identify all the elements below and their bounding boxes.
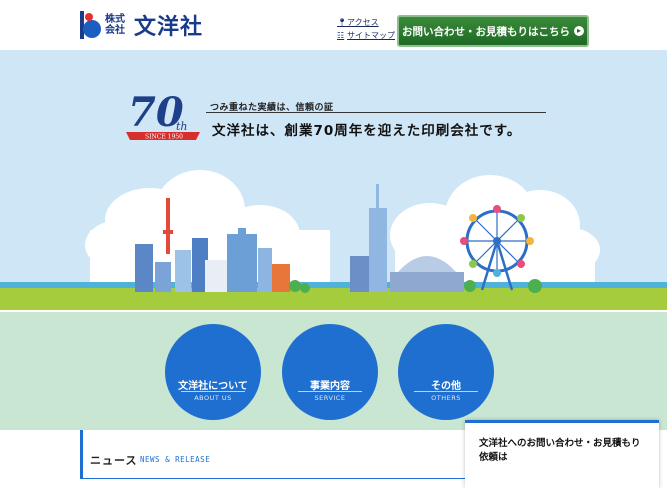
main-nav: 文洋社について ABOUT US 事業内容 SERVICE その他 OTHERS	[0, 312, 667, 430]
badge-suffix: th	[176, 120, 188, 133]
badge-since: SINCE 1950	[145, 134, 183, 141]
nav-divider	[414, 391, 478, 392]
nav-service-sub: SERVICE	[314, 394, 346, 402]
site-header: 株式会社 文洋社 📍︎ アクセス ☷ サイトマップ お問い合わせ・お見積もりはこ…	[0, 0, 667, 50]
access-link-label: アクセス	[347, 18, 379, 27]
logo-kabushiki: 株式会社	[105, 14, 125, 36]
70th-anniversary-badge: 70 th SINCE 1950	[126, 89, 200, 141]
nav-others-sub: OTHERS	[431, 394, 461, 402]
city-skyline-illustration	[0, 170, 667, 312]
access-link[interactable]: 📍︎ アクセス	[337, 16, 395, 29]
map-pin-icon: 📍︎	[337, 18, 348, 27]
tagline-divider	[206, 112, 546, 113]
utility-links: 📍︎ アクセス ☷ サイトマップ	[337, 16, 395, 42]
nav-divider	[298, 391, 362, 392]
sitemap-link-label: サイトマップ	[347, 31, 395, 40]
news-underline	[80, 478, 480, 479]
tagline-main: 文洋社は、創業70周年を迎えた印刷会社です。	[212, 123, 522, 139]
news-subheading: NEWS & RELEASE	[140, 455, 211, 464]
sitemap-icon: ☷	[337, 31, 345, 40]
nav-about-us-label: 文洋社について	[178, 381, 248, 392]
floating-contact-panel[interactable]: 文洋社へのお問い合わせ・お見積もり依頼は	[465, 420, 659, 488]
company-logo[interactable]: 株式会社 文洋社	[80, 10, 203, 40]
hero-banner: 70 th SINCE 1950 つみ重ねた実績は、信頼の証 文洋社は、創業70…	[0, 50, 667, 312]
contact-estimate-button[interactable]: お問い合わせ・お見積もりはこちら ▸	[397, 15, 589, 47]
news-heading: ニュース	[90, 454, 138, 467]
nav-service[interactable]: 事業内容 SERVICE	[282, 324, 378, 420]
nav-others-label: その他	[431, 381, 461, 392]
arrow-right-icon: ▸	[574, 26, 584, 36]
logo-mark-icon	[80, 11, 101, 39]
contact-button-label: お問い合わせ・お見積もりはこちら	[402, 25, 570, 38]
nav-others[interactable]: その他 OTHERS	[398, 324, 494, 420]
nav-about-us[interactable]: 文洋社について ABOUT US	[165, 324, 261, 420]
logo-company-name: 文洋社	[134, 15, 204, 40]
nav-divider	[181, 391, 245, 392]
floating-contact-text: 文洋社へのお問い合わせ・お見積もり依頼は	[479, 438, 641, 463]
nav-service-label: 事業内容	[310, 381, 350, 392]
sitemap-link[interactable]: ☷ サイトマップ	[337, 29, 395, 42]
nav-about-us-sub: ABOUT US	[194, 394, 232, 402]
news-accent-bar	[80, 430, 83, 478]
